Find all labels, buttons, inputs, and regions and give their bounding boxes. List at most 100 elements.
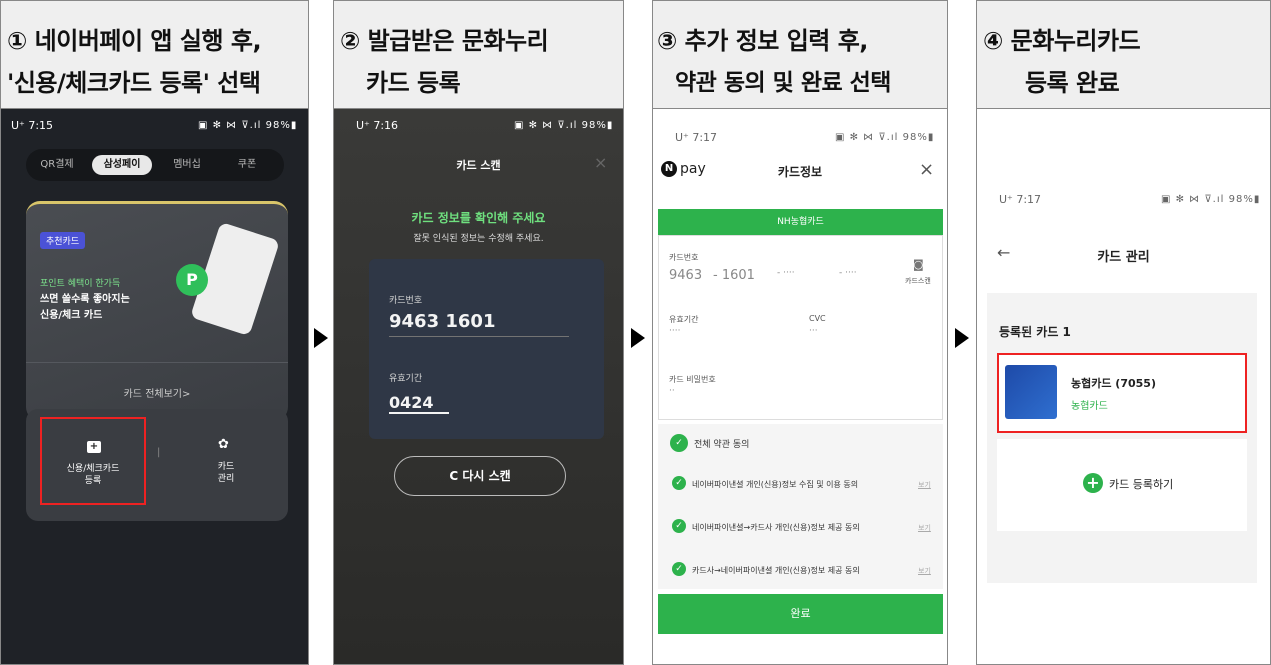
view-all-cards-link[interactable]: 카드 전체보기>	[26, 362, 288, 400]
step-4-header: ④ 문화누리카드 등록 완료	[977, 1, 1270, 109]
page-title: 카드정보	[777, 165, 823, 179]
step-2-title-line1: ② 발급받은 문화누리	[340, 27, 549, 55]
close-icon[interactable]: ×	[919, 159, 934, 180]
pin-label: 카드 비밀번호	[669, 375, 716, 384]
step-1-screenshot: U⁺ 7:15 ▣ ✻ ⋈ ⊽.ıl 98%▮ QR결제 삼성페이 멤버십 쿠폰…	[1, 109, 308, 664]
camera-icon[interactable]: ◙	[913, 258, 924, 271]
manage-label-1: 카드	[217, 462, 235, 472]
gear-icon: ✿	[218, 437, 229, 452]
arrow-right-icon	[314, 328, 328, 348]
plus-icon: +	[1083, 473, 1103, 493]
arrow-right-icon	[955, 328, 969, 348]
recommend-badge: 추천카드	[40, 232, 86, 249]
tab-coupon[interactable]: 쿠폰	[222, 155, 272, 175]
cvc-field[interactable]: ···	[809, 326, 818, 336]
scan-headline: 카드 정보를 확인해 주세요	[411, 211, 546, 225]
arrow-right-icon	[631, 328, 645, 348]
step-3-header: ③ 추가 정보 입력 후, 약관 동의 및 완료 선택	[653, 1, 947, 109]
card-num-3[interactable]: - ····	[777, 268, 795, 278]
agree-all-label[interactable]: 전체 약관 동의	[694, 437, 749, 450]
agree-1-label: 네이버파이낸셜 개인(신용)정보 수집 및 이용 동의	[692, 480, 859, 489]
step-1-header: ① 네이버페이 앱 실행 후, '신용/체크카드 등록' 선택	[1, 1, 308, 109]
expiry-field[interactable]: 0424	[389, 393, 449, 414]
card-scan-link[interactable]: 카드스캔	[905, 276, 931, 286]
register-label-2: 등록	[84, 476, 102, 486]
expiry-label: 유효기간	[389, 374, 423, 384]
close-icon[interactable]: ×	[594, 153, 607, 172]
register-card-button[interactable]: + 신용/체크카드등록	[40, 417, 146, 505]
check-icon[interactable]: ✓	[672, 519, 686, 533]
step-4-title-line1: ④ 문화누리카드	[983, 27, 1141, 55]
promo-subtitle: 포인트 혜택이 한가득	[40, 279, 121, 289]
check-icon[interactable]: ✓	[672, 562, 686, 576]
registered-count: 등록된 카드 1	[999, 325, 1071, 339]
card-number-field[interactable]: 9463 1601	[389, 311, 569, 337]
cvc-label: CVC	[809, 314, 826, 323]
terms-section: ✓ 전체 약관 동의 ✓ 네이버파이낸셜 개인(신용)정보 수집 및 이용 동의…	[658, 424, 943, 589]
card-thumbnail	[1005, 365, 1057, 419]
scan-title: 카드 스캔	[456, 159, 501, 172]
tab-qr[interactable]: QR결제	[32, 155, 82, 175]
step-3-screenshot: U⁺ 7:17 ▣ ✻ ⋈ ⊽.ıl 98%▮ N pay 카드정보 × NH농…	[653, 109, 947, 664]
done-button[interactable]: 완료	[658, 594, 943, 634]
card-num-4[interactable]: - ····	[839, 268, 857, 278]
manage-label-2: 관리	[217, 474, 235, 484]
step-2-screenshot: U⁺ 7:16 ▣ ✻ ⋈ ⊽.ıl 98%▮ 카드 스캔 × 카드 정보를 확…	[334, 109, 623, 664]
agree-2-view-link[interactable]: 보기	[918, 523, 931, 533]
time: U⁺ 7:16	[356, 119, 399, 132]
card-num-1[interactable]: 9463	[669, 268, 702, 283]
expiry-label: 유효기간	[669, 315, 699, 324]
check-icon[interactable]: ✓	[672, 476, 686, 490]
status-icons: ▣ ✻ ⋈ ⊽.ıl 98%▮	[835, 132, 935, 143]
card-name: 농협카드 (7055)	[1071, 377, 1156, 390]
card-bank: 농협카드	[1071, 401, 1108, 412]
scanned-card: 카드번호 9463 1601 유효기간 0424	[369, 259, 604, 439]
manage-card-button[interactable]: ✿ 카드관리	[176, 421, 276, 501]
register-label-1: 신용/체크카드	[66, 464, 120, 474]
promo-card[interactable]: 추천카드 P 포인트 혜택이 한가득 쓰면 쓸수록 좋아지는신용/체크 카드 카…	[26, 201, 288, 421]
step-2-title-line2: 카드 등록	[366, 69, 461, 97]
card-info-form: 카드번호 9463 - 1601 - ···· - ···· ◙ 카드스캔 유효…	[658, 235, 943, 420]
step-3-panel: ③ 추가 정보 입력 후, 약관 동의 및 완료 선택 U⁺ 7:17 ▣ ✻ …	[652, 0, 948, 665]
status-icons: ▣ ✻ ⋈ ⊽.ıl 98%▮	[1161, 194, 1261, 205]
card-actions: + 신용/체크카드등록 | ✿ 카드관리	[26, 409, 288, 521]
page-title: 카드 관리	[1097, 250, 1150, 265]
divider: |	[157, 447, 161, 458]
add-card-icon: +	[87, 441, 101, 453]
card-num-2[interactable]: - 1601	[713, 268, 755, 283]
add-card-button[interactable]: + 카드 등록하기	[997, 439, 1247, 531]
step-3-title-line2: 약관 동의 및 완료 선택	[675, 70, 891, 96]
step-1-title-line2: '신용/체크카드 등록' 선택	[7, 69, 261, 97]
point-coin-icon: P	[176, 264, 208, 296]
agree-3-view-link[interactable]: 보기	[918, 566, 931, 576]
agree-2-label: 네이버파이낸셜→카드사 개인(신용)정보 제공 동의	[692, 523, 860, 532]
pin-field[interactable]: ··	[669, 386, 675, 396]
agree-3-label: 카드사→네이버파이낸셜 개인(신용)정보 제공 동의	[692, 566, 860, 575]
add-card-label: 카드 등록하기	[1109, 478, 1174, 491]
step-3-title-line1: ③ 추가 정보 입력 후,	[657, 27, 868, 55]
bank-banner: NH농협카드	[658, 209, 943, 235]
manage-card-label: 카드관리	[176, 461, 276, 485]
time: U⁺ 7:17	[675, 131, 718, 144]
step-4-panel: ④ 문화누리카드 등록 완료 U⁺ 7:17 ▣ ✻ ⋈ ⊽.ıl 98%▮ ←…	[976, 0, 1271, 665]
check-all-icon[interactable]: ✓	[670, 434, 688, 452]
step-1-title-line1: ① 네이버페이 앱 실행 후,	[7, 27, 262, 55]
tab-membership[interactable]: 멤버십	[162, 155, 212, 175]
rescan-button[interactable]: C 다시 스캔	[394, 456, 566, 496]
promo-title: 쓰면 쓸수록 좋아지는신용/체크 카드	[40, 292, 130, 324]
agree-1-view-link[interactable]: 보기	[918, 480, 931, 490]
status-icons: ▣ ✻ ⋈ ⊽.ıl 98%▮	[514, 120, 614, 131]
scan-subtext: 잘못 인식된 정보는 수정해 주세요.	[413, 234, 544, 244]
step-2-panel: ② 발급받은 문화누리 카드 등록 U⁺ 7:16 ▣ ✻ ⋈ ⊽.ıl 98%…	[333, 0, 624, 665]
tab-bar: QR결제 삼성페이 멤버십 쿠폰	[26, 149, 284, 181]
card-number-label: 카드번호	[389, 296, 423, 306]
promo-title-line2: 신용/체크 카드	[40, 310, 103, 321]
card-list-area: 등록된 카드 1 농협카드 (7055) 농협카드 + 카드 등록하기	[987, 293, 1257, 583]
expiry-field[interactable]: ····	[669, 326, 680, 336]
promo-title-line1: 쓰면 쓸수록 좋아지는	[40, 294, 130, 305]
step-1-panel: ① 네이버페이 앱 실행 후, '신용/체크카드 등록' 선택 U⁺ 7:15 …	[0, 0, 309, 665]
step-2-header: ② 발급받은 문화누리 카드 등록	[334, 1, 623, 109]
tab-samsungpay[interactable]: 삼성페이	[92, 155, 152, 175]
status-icons: ▣ ✻ ⋈ ⊽.ıl 98%▮	[198, 120, 298, 131]
registered-card-item[interactable]: 농협카드 (7055) 농협카드	[997, 353, 1247, 433]
